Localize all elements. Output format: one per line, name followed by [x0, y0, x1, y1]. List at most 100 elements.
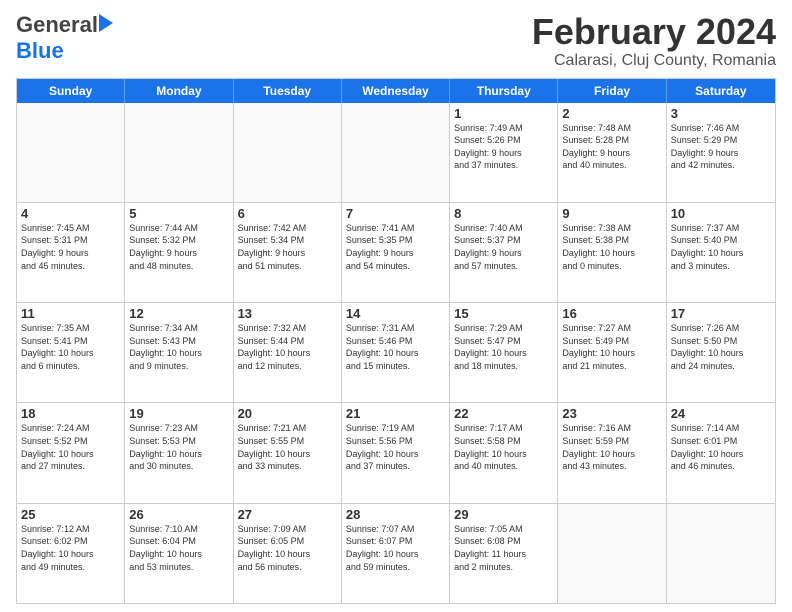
- calendar-cell-4-0: 25Sunrise: 7:12 AM Sunset: 6:02 PM Dayli…: [17, 504, 125, 603]
- calendar-cell-0-0: [17, 103, 125, 202]
- calendar-header: SundayMondayTuesdayWednesdayThursdayFrid…: [17, 79, 775, 103]
- day-number: 11: [21, 306, 120, 321]
- calendar-cell-1-3: 7Sunrise: 7:41 AM Sunset: 5:35 PM Daylig…: [342, 203, 450, 302]
- calendar: SundayMondayTuesdayWednesdayThursdayFrid…: [16, 78, 776, 604]
- calendar-cell-2-6: 17Sunrise: 7:26 AM Sunset: 5:50 PM Dayli…: [667, 303, 775, 402]
- cell-info: Sunrise: 7:40 AM Sunset: 5:37 PM Dayligh…: [454, 222, 553, 272]
- day-number: 8: [454, 206, 553, 221]
- day-number: 5: [129, 206, 228, 221]
- cell-info: Sunrise: 7:32 AM Sunset: 5:44 PM Dayligh…: [238, 322, 337, 372]
- day-number: 23: [562, 406, 661, 421]
- calendar-cell-0-4: 1Sunrise: 7:49 AM Sunset: 5:26 PM Daylig…: [450, 103, 558, 202]
- day-number: 13: [238, 306, 337, 321]
- day-number: 6: [238, 206, 337, 221]
- weekday-header-wednesday: Wednesday: [342, 79, 450, 103]
- cell-info: Sunrise: 7:09 AM Sunset: 6:05 PM Dayligh…: [238, 523, 337, 573]
- calendar-row-0: 1Sunrise: 7:49 AM Sunset: 5:26 PM Daylig…: [17, 103, 775, 202]
- weekday-header-sunday: Sunday: [17, 79, 125, 103]
- logo-blue: Blue: [16, 38, 64, 64]
- cell-info: Sunrise: 7:07 AM Sunset: 6:07 PM Dayligh…: [346, 523, 445, 573]
- cell-info: Sunrise: 7:26 AM Sunset: 5:50 PM Dayligh…: [671, 322, 771, 372]
- day-number: 28: [346, 507, 445, 522]
- calendar-cell-0-5: 2Sunrise: 7:48 AM Sunset: 5:28 PM Daylig…: [558, 103, 666, 202]
- day-number: 25: [21, 507, 120, 522]
- calendar-cell-0-1: [125, 103, 233, 202]
- calendar-cell-4-6: [667, 504, 775, 603]
- calendar-cell-3-4: 22Sunrise: 7:17 AM Sunset: 5:58 PM Dayli…: [450, 403, 558, 502]
- cell-info: Sunrise: 7:46 AM Sunset: 5:29 PM Dayligh…: [671, 122, 771, 172]
- cell-info: Sunrise: 7:27 AM Sunset: 5:49 PM Dayligh…: [562, 322, 661, 372]
- cell-info: Sunrise: 7:10 AM Sunset: 6:04 PM Dayligh…: [129, 523, 228, 573]
- calendar-cell-4-1: 26Sunrise: 7:10 AM Sunset: 6:04 PM Dayli…: [125, 504, 233, 603]
- day-number: 19: [129, 406, 228, 421]
- day-number: 20: [238, 406, 337, 421]
- cell-info: Sunrise: 7:12 AM Sunset: 6:02 PM Dayligh…: [21, 523, 120, 573]
- calendar-row-1: 4Sunrise: 7:45 AM Sunset: 5:31 PM Daylig…: [17, 202, 775, 302]
- cell-info: Sunrise: 7:41 AM Sunset: 5:35 PM Dayligh…: [346, 222, 445, 272]
- day-number: 17: [671, 306, 771, 321]
- cell-info: Sunrise: 7:14 AM Sunset: 6:01 PM Dayligh…: [671, 422, 771, 472]
- calendar-cell-0-3: [342, 103, 450, 202]
- day-number: 3: [671, 106, 771, 121]
- cell-info: Sunrise: 7:21 AM Sunset: 5:55 PM Dayligh…: [238, 422, 337, 472]
- day-number: 10: [671, 206, 771, 221]
- calendar-cell-1-1: 5Sunrise: 7:44 AM Sunset: 5:32 PM Daylig…: [125, 203, 233, 302]
- logo-general: General: [16, 12, 98, 38]
- calendar-cell-4-4: 29Sunrise: 7:05 AM Sunset: 6:08 PM Dayli…: [450, 504, 558, 603]
- weekday-header-friday: Friday: [558, 79, 666, 103]
- calendar-body: 1Sunrise: 7:49 AM Sunset: 5:26 PM Daylig…: [17, 103, 775, 603]
- cell-info: Sunrise: 7:19 AM Sunset: 5:56 PM Dayligh…: [346, 422, 445, 472]
- day-number: 16: [562, 306, 661, 321]
- calendar-cell-4-5: [558, 504, 666, 603]
- calendar-cell-4-2: 27Sunrise: 7:09 AM Sunset: 6:05 PM Dayli…: [234, 504, 342, 603]
- cell-info: Sunrise: 7:48 AM Sunset: 5:28 PM Dayligh…: [562, 122, 661, 172]
- calendar-row-4: 25Sunrise: 7:12 AM Sunset: 6:02 PM Dayli…: [17, 503, 775, 603]
- cell-info: Sunrise: 7:37 AM Sunset: 5:40 PM Dayligh…: [671, 222, 771, 272]
- day-number: 4: [21, 206, 120, 221]
- page: General Blue February 2024 Calarasi, Clu…: [0, 0, 792, 612]
- calendar-cell-1-5: 9Sunrise: 7:38 AM Sunset: 5:38 PM Daylig…: [558, 203, 666, 302]
- cell-info: Sunrise: 7:29 AM Sunset: 5:47 PM Dayligh…: [454, 322, 553, 372]
- calendar-row-3: 18Sunrise: 7:24 AM Sunset: 5:52 PM Dayli…: [17, 402, 775, 502]
- cell-info: Sunrise: 7:31 AM Sunset: 5:46 PM Dayligh…: [346, 322, 445, 372]
- cell-info: Sunrise: 7:16 AM Sunset: 5:59 PM Dayligh…: [562, 422, 661, 472]
- cell-info: Sunrise: 7:05 AM Sunset: 6:08 PM Dayligh…: [454, 523, 553, 573]
- cell-info: Sunrise: 7:44 AM Sunset: 5:32 PM Dayligh…: [129, 222, 228, 272]
- calendar-cell-1-4: 8Sunrise: 7:40 AM Sunset: 5:37 PM Daylig…: [450, 203, 558, 302]
- calendar-cell-2-1: 12Sunrise: 7:34 AM Sunset: 5:43 PM Dayli…: [125, 303, 233, 402]
- calendar-cell-3-3: 21Sunrise: 7:19 AM Sunset: 5:56 PM Dayli…: [342, 403, 450, 502]
- day-number: 27: [238, 507, 337, 522]
- calendar-cell-3-6: 24Sunrise: 7:14 AM Sunset: 6:01 PM Dayli…: [667, 403, 775, 502]
- calendar-row-2: 11Sunrise: 7:35 AM Sunset: 5:41 PM Dayli…: [17, 302, 775, 402]
- calendar-cell-1-0: 4Sunrise: 7:45 AM Sunset: 5:31 PM Daylig…: [17, 203, 125, 302]
- day-number: 22: [454, 406, 553, 421]
- cell-info: Sunrise: 7:35 AM Sunset: 5:41 PM Dayligh…: [21, 322, 120, 372]
- calendar-cell-2-3: 14Sunrise: 7:31 AM Sunset: 5:46 PM Dayli…: [342, 303, 450, 402]
- calendar-cell-3-1: 19Sunrise: 7:23 AM Sunset: 5:53 PM Dayli…: [125, 403, 233, 502]
- day-number: 15: [454, 306, 553, 321]
- day-number: 2: [562, 106, 661, 121]
- day-number: 12: [129, 306, 228, 321]
- cell-info: Sunrise: 7:17 AM Sunset: 5:58 PM Dayligh…: [454, 422, 553, 472]
- calendar-cell-1-6: 10Sunrise: 7:37 AM Sunset: 5:40 PM Dayli…: [667, 203, 775, 302]
- day-number: 29: [454, 507, 553, 522]
- day-number: 9: [562, 206, 661, 221]
- calendar-cell-0-6: 3Sunrise: 7:46 AM Sunset: 5:29 PM Daylig…: [667, 103, 775, 202]
- calendar-cell-2-5: 16Sunrise: 7:27 AM Sunset: 5:49 PM Dayli…: [558, 303, 666, 402]
- cell-info: Sunrise: 7:38 AM Sunset: 5:38 PM Dayligh…: [562, 222, 661, 272]
- day-number: 18: [21, 406, 120, 421]
- weekday-header-monday: Monday: [125, 79, 233, 103]
- cell-info: Sunrise: 7:23 AM Sunset: 5:53 PM Dayligh…: [129, 422, 228, 472]
- calendar-cell-2-0: 11Sunrise: 7:35 AM Sunset: 5:41 PM Dayli…: [17, 303, 125, 402]
- cell-info: Sunrise: 7:42 AM Sunset: 5:34 PM Dayligh…: [238, 222, 337, 272]
- weekday-header-saturday: Saturday: [667, 79, 775, 103]
- location-title: Calarasi, Cluj County, Romania: [532, 52, 776, 70]
- title-section: February 2024 Calarasi, Cluj County, Rom…: [532, 12, 776, 70]
- logo-arrow-icon: [99, 14, 113, 32]
- calendar-cell-1-2: 6Sunrise: 7:42 AM Sunset: 5:34 PM Daylig…: [234, 203, 342, 302]
- calendar-cell-2-2: 13Sunrise: 7:32 AM Sunset: 5:44 PM Dayli…: [234, 303, 342, 402]
- logo: General Blue: [16, 12, 113, 64]
- calendar-cell-4-3: 28Sunrise: 7:07 AM Sunset: 6:07 PM Dayli…: [342, 504, 450, 603]
- day-number: 26: [129, 507, 228, 522]
- weekday-header-thursday: Thursday: [450, 79, 558, 103]
